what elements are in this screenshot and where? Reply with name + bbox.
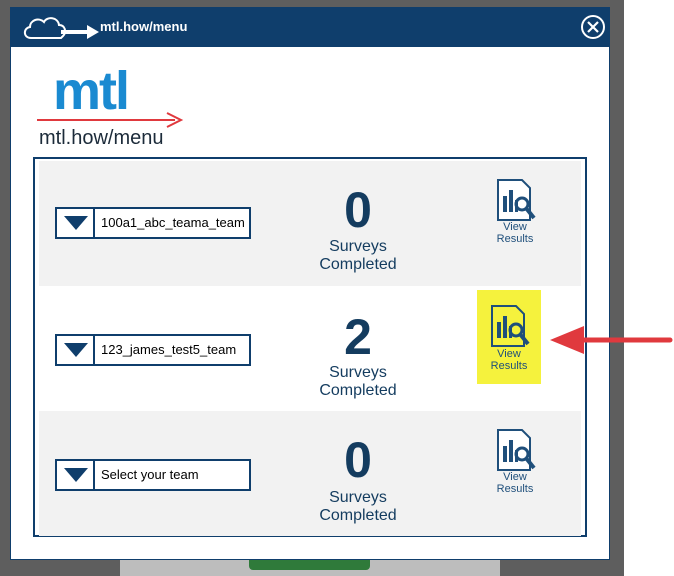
team-row: 123_james_test5_team 2 Surveys Completed… bbox=[39, 286, 581, 411]
cloud-arrow-icon bbox=[23, 17, 99, 39]
dropdown-toggle[interactable] bbox=[57, 461, 95, 489]
red-arrow-pointer-icon bbox=[550, 326, 673, 354]
close-icon[interactable] bbox=[580, 14, 606, 40]
triangle-down-icon bbox=[64, 343, 88, 357]
dialog-titlebar: mtl.how/menu bbox=[11, 8, 609, 47]
document-chart-magnifier-icon bbox=[491, 305, 530, 347]
survey-label-line2: Completed bbox=[319, 382, 397, 399]
team-select-value: 100a1_abc_teama_team bbox=[101, 215, 245, 230]
view-results-button[interactable]: View Results bbox=[483, 173, 547, 267]
survey-count: 0 bbox=[344, 432, 372, 488]
triangle-down-icon bbox=[64, 468, 88, 482]
logo-subtitle: mtl.how/menu bbox=[39, 127, 164, 149]
team-select-value: 123_james_test5_team bbox=[101, 342, 237, 357]
view-results-button[interactable]: View Results bbox=[477, 290, 541, 384]
team-select-value: Select your team bbox=[101, 467, 199, 482]
mtl-logo: mtl mtl.how/menu bbox=[35, 63, 195, 153]
dropdown-toggle[interactable] bbox=[57, 209, 95, 237]
view-results-line2: Results bbox=[496, 233, 534, 245]
team-select[interactable]: Select your team bbox=[55, 459, 251, 491]
dialog-title: mtl.how/menu bbox=[100, 19, 188, 34]
view-results-line1: View bbox=[503, 221, 527, 233]
document-chart-magnifier-icon bbox=[497, 429, 536, 471]
survey-label-line2: Completed bbox=[319, 507, 397, 524]
team-select[interactable]: 100a1_abc_teama_team bbox=[55, 207, 251, 239]
survey-label-line1: Surveys bbox=[329, 238, 387, 255]
team-list: 100a1_abc_teama_team 0 Surveys Completed… bbox=[33, 157, 587, 537]
view-results-button[interactable]: View Results bbox=[483, 423, 547, 517]
team-row: 100a1_abc_teama_team 0 Surveys Completed… bbox=[39, 161, 581, 286]
triangle-down-icon bbox=[64, 216, 88, 230]
survey-label-line2: Completed bbox=[319, 256, 397, 273]
team-menu-dialog: mtl.how/menu mtl mtl.how/menu 100a1_abc_… bbox=[10, 7, 610, 560]
team-select[interactable]: 123_james_test5_team bbox=[55, 334, 251, 366]
view-results-line1: View bbox=[497, 348, 521, 360]
survey-label-line1: Surveys bbox=[329, 364, 387, 381]
document-chart-magnifier-icon bbox=[497, 179, 536, 221]
survey-count: 2 bbox=[344, 309, 372, 365]
view-results-line1: View bbox=[503, 471, 527, 483]
survey-label-line1: Surveys bbox=[329, 489, 387, 506]
team-row: Select your team 0 Surveys Completed Vie… bbox=[39, 411, 581, 536]
view-results-line2: Results bbox=[496, 483, 534, 495]
dropdown-toggle[interactable] bbox=[57, 336, 95, 364]
survey-count: 0 bbox=[344, 182, 372, 238]
view-results-line2: Results bbox=[490, 360, 528, 372]
